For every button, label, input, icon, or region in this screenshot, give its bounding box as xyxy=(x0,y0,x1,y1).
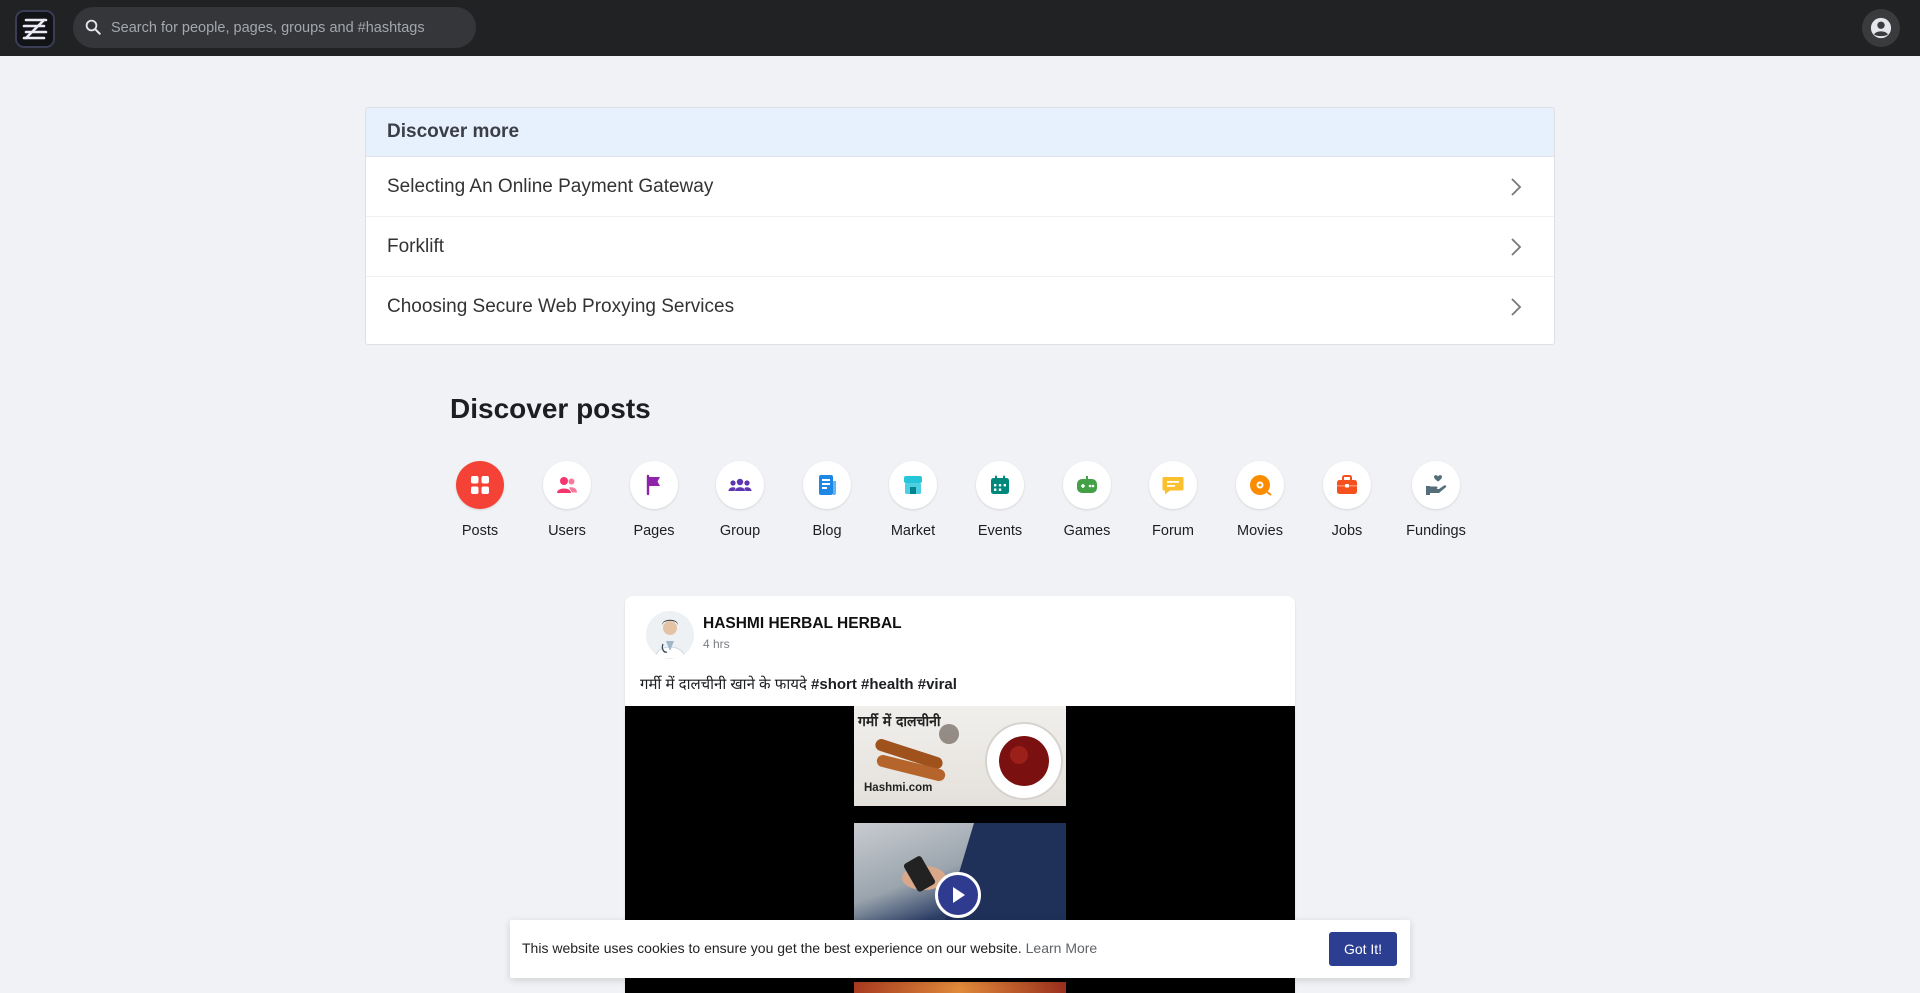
category-label: Jobs xyxy=(1331,523,1363,539)
calendar-icon xyxy=(976,461,1024,509)
site-logo-icon[interactable] xyxy=(15,10,55,48)
category-label: Blog xyxy=(812,523,842,539)
category-label: Forum xyxy=(1152,523,1194,539)
category-label: Movies xyxy=(1237,523,1283,539)
category-users[interactable]: Users xyxy=(527,461,607,539)
discover-more-item[interactable]: Forklift xyxy=(366,217,1554,277)
search-bar xyxy=(73,7,476,48)
play-button[interactable] xyxy=(935,872,981,918)
category-events[interactable]: Events xyxy=(960,461,1040,539)
video-frame-thumbnail: गर्मी में दालचीनी Hashmi.com xyxy=(854,706,1066,806)
gamepad-icon xyxy=(1063,461,1111,509)
discover-posts-title: Discover posts xyxy=(450,393,651,424)
category-label: Games xyxy=(1063,523,1111,539)
account-circle-icon xyxy=(1870,17,1892,39)
category-fundings[interactable]: Fundings xyxy=(1396,461,1476,539)
search-icon xyxy=(85,19,101,35)
learn-more-link[interactable]: Learn More xyxy=(1026,940,1098,956)
top-bar xyxy=(0,0,1920,56)
briefcase-icon xyxy=(1323,461,1371,509)
discover-more-item-label: Selecting An Online Payment Gateway xyxy=(387,175,714,197)
flag-icon xyxy=(630,461,678,509)
cookie-banner: This website uses cookies to ensure you … xyxy=(510,920,1410,978)
category-label: Group xyxy=(719,523,761,539)
discover-more-card: Discover more Selecting An Online Paymen… xyxy=(365,107,1555,345)
category-label: Events xyxy=(977,523,1023,539)
video-frame-title: गर्मी में दालचीनी xyxy=(858,714,941,730)
post-hashtags[interactable]: #short #health #viral xyxy=(811,676,957,693)
category-pages[interactable]: Pages xyxy=(614,461,694,539)
hand-heart-icon xyxy=(1412,461,1460,509)
group-icon xyxy=(716,461,764,509)
chat-icon xyxy=(1149,461,1197,509)
category-group[interactable]: Group xyxy=(700,461,780,539)
film-icon xyxy=(1236,461,1284,509)
discover-more-item[interactable]: Selecting An Online Payment Gateway xyxy=(366,157,1554,217)
chevron-right-icon xyxy=(1496,297,1536,317)
grid-icon xyxy=(456,461,504,509)
category-label: Market xyxy=(890,523,936,539)
got-it-button[interactable]: Got It! xyxy=(1329,932,1397,966)
video-frame-logo: Hashmi.com xyxy=(864,782,933,794)
category-movies[interactable]: Movies xyxy=(1220,461,1300,539)
store-icon xyxy=(889,461,937,509)
play-icon xyxy=(953,887,965,903)
post-text: गर्मी में दालचीनी खाने के फायदे #short #… xyxy=(640,674,957,694)
discover-more-title: Discover more xyxy=(366,108,1554,157)
discover-more-item-label: Choosing Secure Web Proxying Services xyxy=(387,296,735,317)
category-label: Pages xyxy=(633,523,675,539)
video-frame-thumbnail xyxy=(854,982,1066,993)
author-avatar[interactable] xyxy=(646,611,694,659)
discover-more-item-label: Forklift xyxy=(387,235,444,257)
category-label: Posts xyxy=(461,523,499,539)
category-forum[interactable]: Forum xyxy=(1133,461,1213,539)
category-posts[interactable]: Posts xyxy=(440,461,520,539)
cookie-message: This website uses cookies to ensure you … xyxy=(522,940,1097,956)
discover-more-item[interactable]: Choosing Secure Web Proxying Services xyxy=(366,277,1554,337)
blog-icon xyxy=(803,461,851,509)
account-button[interactable] xyxy=(1862,9,1900,47)
cookie-text: This website uses cookies to ensure you … xyxy=(522,940,1022,956)
chevron-right-icon xyxy=(1496,237,1536,257)
post-text-body: गर्मी में दालचीनी खाने के फायदे xyxy=(640,676,807,693)
search-input[interactable] xyxy=(111,7,466,48)
category-label: Users xyxy=(548,523,586,539)
chevron-right-icon xyxy=(1496,177,1536,197)
category-games[interactable]: Games xyxy=(1047,461,1127,539)
author-name[interactable]: HASHMI HERBAL HERBAL xyxy=(703,615,902,633)
post-timestamp[interactable]: 4 hrs xyxy=(703,637,730,651)
category-label: Fundings xyxy=(1406,523,1466,539)
category-market[interactable]: Market xyxy=(873,461,953,539)
users-icon xyxy=(543,461,591,509)
category-jobs[interactable]: Jobs xyxy=(1307,461,1387,539)
category-blog[interactable]: Blog xyxy=(787,461,867,539)
